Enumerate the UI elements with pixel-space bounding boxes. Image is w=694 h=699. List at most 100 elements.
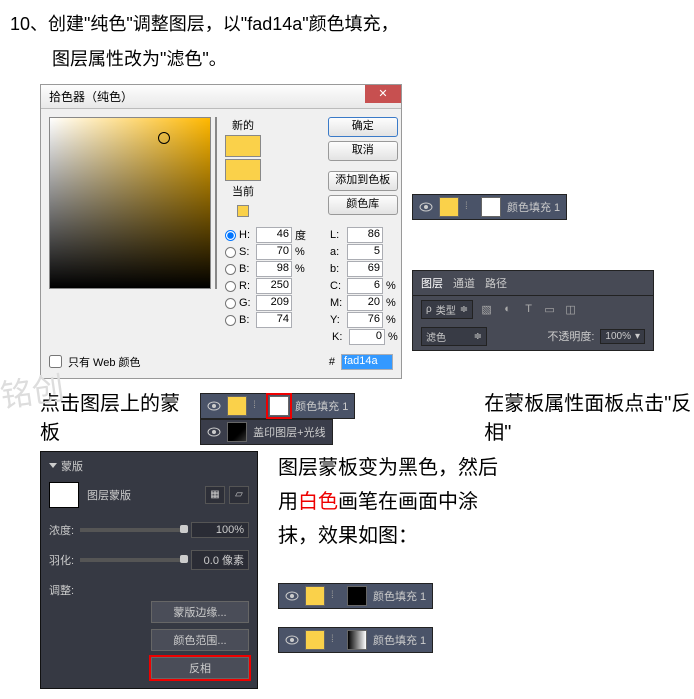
g-field[interactable]: 209 bbox=[256, 295, 292, 311]
new-color-swatch bbox=[225, 135, 261, 157]
filter-kind[interactable]: ρ类型≑ bbox=[421, 300, 473, 319]
current-color-swatch[interactable] bbox=[225, 159, 261, 181]
instr-hex: fad14a bbox=[247, 14, 302, 34]
s-field[interactable]: 70 bbox=[256, 244, 292, 260]
layer-mask-thumb-highlighted[interactable] bbox=[269, 396, 289, 416]
visibility-icon[interactable] bbox=[207, 425, 221, 439]
warning-swatch[interactable] bbox=[237, 205, 249, 217]
blend-mode-select[interactable]: 滤色≑ bbox=[421, 327, 487, 346]
new-label: 新的 bbox=[232, 117, 254, 133]
current-label: 当前 bbox=[232, 183, 254, 199]
layer-row-fill-2[interactable]: ⁞ 颜色填充 1 bbox=[200, 393, 355, 419]
color-lib-button[interactable]: 颜色库 bbox=[328, 195, 398, 215]
web-only-label: 只有 Web 颜色 bbox=[68, 354, 141, 370]
result-line1: 图层蒙板变为黑色，然后 bbox=[278, 451, 498, 485]
web-only-checkbox[interactable] bbox=[49, 355, 62, 368]
c-field[interactable]: 6 bbox=[347, 278, 383, 294]
density-label: 浓度: bbox=[49, 522, 74, 538]
layer-color-thumb[interactable] bbox=[227, 396, 247, 416]
radio-bb[interactable] bbox=[225, 315, 236, 326]
radio-r[interactable] bbox=[225, 281, 236, 292]
layer-name[interactable]: 盖印图层+光线 bbox=[253, 424, 325, 440]
instr-1a: 创建"纯色"调整图层，以" bbox=[48, 14, 247, 34]
layer-mask-thumb[interactable] bbox=[481, 197, 501, 217]
color-spectrum[interactable] bbox=[49, 117, 211, 289]
mask-thumb-label: 图层蒙版 bbox=[87, 487, 131, 503]
hue-slider[interactable] bbox=[215, 117, 217, 289]
text-click-invert: 在蒙板属性面板点击"反相" bbox=[484, 387, 694, 445]
visibility-icon[interactable] bbox=[419, 200, 433, 214]
step-number: 10、 bbox=[10, 14, 48, 34]
feather-value[interactable]: 0.0 像素 bbox=[191, 550, 249, 570]
feather-slider[interactable] bbox=[80, 558, 185, 562]
ok-button[interactable]: 确定 bbox=[328, 117, 398, 137]
layer-row-painted-mask[interactable]: ⁞ 颜色填充 1 bbox=[278, 627, 433, 653]
filter-adjust-icon[interactable]: ◐ bbox=[500, 302, 515, 317]
instr-2: 图层属性改为"滤色"。 bbox=[52, 49, 227, 69]
link-icon: ⁞ bbox=[465, 201, 475, 212]
color-range-button[interactable]: 颜色范围... bbox=[151, 629, 249, 651]
layer-color-thumb[interactable] bbox=[305, 586, 325, 606]
tab-paths[interactable]: 路径 bbox=[485, 275, 507, 291]
mask-edge-button[interactable]: 蒙版边缘... bbox=[151, 601, 249, 623]
filter-pixel-icon[interactable]: ▧ bbox=[479, 302, 494, 317]
layer-row-fill[interactable]: ⁞ 颜色填充 1 bbox=[412, 194, 567, 220]
visibility-icon[interactable] bbox=[285, 589, 299, 603]
b2-field[interactable]: 69 bbox=[347, 261, 383, 277]
filter-smart-icon[interactable]: ◫ bbox=[563, 302, 578, 317]
result-2b: 白色 bbox=[298, 491, 338, 513]
layer-name[interactable]: 颜色填充 1 bbox=[507, 199, 560, 215]
feather-label: 羽化: bbox=[49, 552, 74, 568]
layer-row-black-mask[interactable]: ⁞ 颜色填充 1 bbox=[278, 583, 433, 609]
opacity-field[interactable]: 100%▾ bbox=[600, 329, 645, 344]
radio-s[interactable] bbox=[225, 247, 236, 258]
filter-shape-icon[interactable]: ▭ bbox=[542, 302, 557, 317]
visibility-icon[interactable] bbox=[285, 633, 299, 647]
layer-thumb[interactable] bbox=[227, 422, 247, 442]
result-2c: 画笔在画面中涂 bbox=[338, 491, 478, 513]
dialog-title: 拾色器（纯色） bbox=[49, 88, 133, 105]
collapse-icon[interactable] bbox=[49, 463, 57, 468]
tab-layers[interactable]: 图层 bbox=[421, 275, 443, 291]
layer-mask-thumb-painted[interactable] bbox=[347, 630, 367, 650]
vector-mask-icon[interactable]: ▱ bbox=[229, 486, 249, 504]
result-2a: 用 bbox=[278, 491, 298, 513]
layer-mask-thumb-black[interactable] bbox=[347, 586, 367, 606]
layer-name[interactable]: 颜色填充 1 bbox=[373, 632, 426, 648]
invert-button[interactable]: 反相 bbox=[151, 657, 249, 679]
pixel-mask-icon[interactable]: ▦ bbox=[205, 486, 225, 504]
l-field[interactable]: 86 bbox=[347, 227, 383, 243]
close-button[interactable]: ✕ bbox=[365, 85, 401, 103]
layer-name[interactable]: 颜色填充 1 bbox=[373, 588, 426, 604]
cancel-button[interactable]: 取消 bbox=[328, 141, 398, 161]
filter-type-icon[interactable]: T bbox=[521, 302, 536, 317]
b-field[interactable]: 98 bbox=[256, 261, 292, 277]
hex-field[interactable]: fad14a bbox=[341, 354, 393, 370]
visibility-icon[interactable] bbox=[207, 399, 221, 413]
h-field[interactable]: 46 bbox=[256, 227, 292, 243]
adjust-label: 调整: bbox=[49, 582, 249, 598]
a-field[interactable]: 5 bbox=[347, 244, 383, 260]
mask-properties-panel: 蒙版 图层蒙版 ▦ ▱ 浓度: 100% 羽化: 0.0 像素 调整: 蒙版边缘… bbox=[40, 451, 258, 689]
r-field[interactable]: 250 bbox=[256, 278, 292, 294]
radio-g[interactable] bbox=[225, 298, 236, 309]
radio-h[interactable] bbox=[225, 230, 236, 241]
layer-name[interactable]: 颜色填充 1 bbox=[295, 398, 348, 414]
text-click-mask: 点击图层上的蒙板 bbox=[40, 387, 190, 445]
bb-field[interactable]: 74 bbox=[256, 312, 292, 328]
spectrum-marker[interactable] bbox=[158, 132, 170, 144]
layer-color-thumb[interactable] bbox=[439, 197, 459, 217]
tab-channels[interactable]: 通道 bbox=[453, 275, 475, 291]
m-field[interactable]: 20 bbox=[347, 295, 383, 311]
radio-b[interactable] bbox=[225, 264, 236, 275]
dialog-titlebar[interactable]: 拾色器（纯色） ✕ bbox=[41, 85, 401, 109]
layer-row-stamp[interactable]: 盖印图层+光线 bbox=[200, 419, 332, 445]
add-swatch-button[interactable]: 添加到色板 bbox=[328, 171, 398, 191]
density-value[interactable]: 100% bbox=[191, 522, 249, 538]
y-field[interactable]: 76 bbox=[347, 312, 383, 328]
mask-thumb[interactable] bbox=[49, 482, 79, 508]
k-field[interactable]: 0 bbox=[349, 329, 385, 345]
result-line3: 抹，效果如图： bbox=[278, 519, 498, 553]
density-slider[interactable] bbox=[80, 528, 185, 532]
layer-color-thumb[interactable] bbox=[305, 630, 325, 650]
